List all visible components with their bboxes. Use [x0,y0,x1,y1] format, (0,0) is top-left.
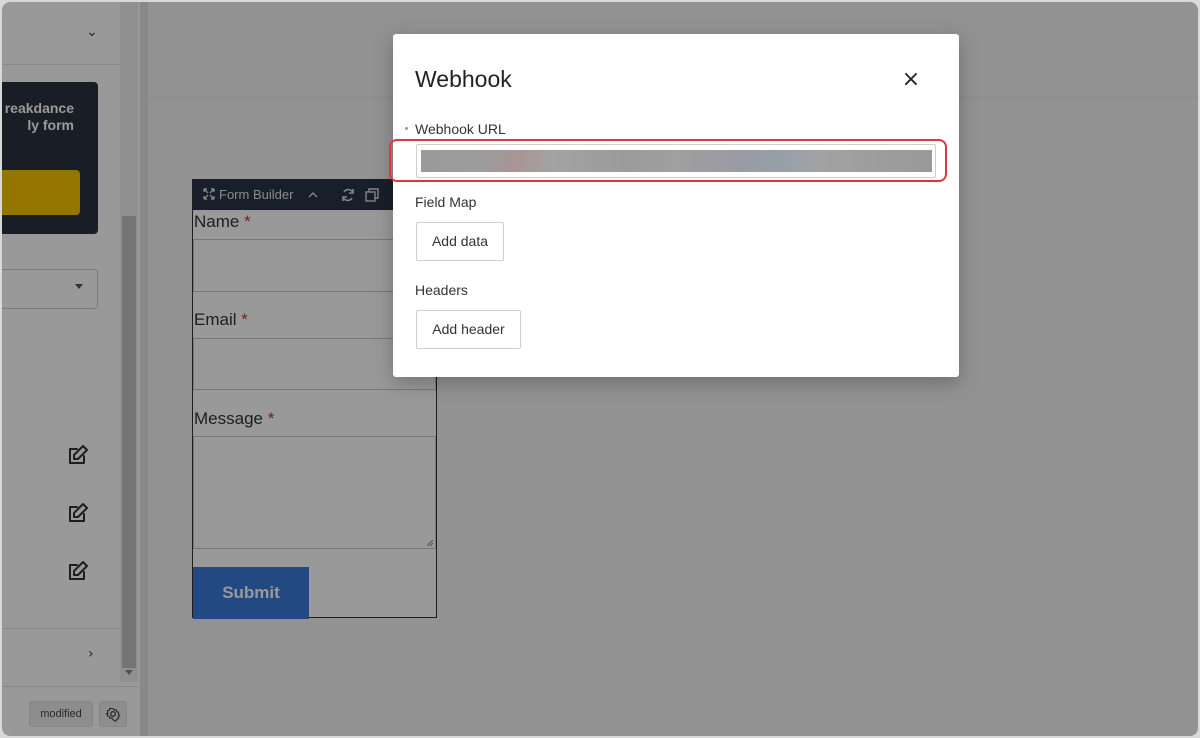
webhook-url-label: Webhook URL [415,121,506,137]
webhook-modal: Webhook × Webhook URL Field Map Add data… [393,34,959,377]
bullet-dot [405,127,408,130]
highlight-box [389,139,947,182]
app-window: ⌄ reakdance ly form › modified Form Buil… [2,2,1198,736]
add-header-button[interactable]: Add header [416,310,521,349]
headers-label: Headers [415,282,468,298]
modal-title: Webhook [415,66,512,92]
close-icon[interactable]: × [899,68,923,92]
field-map-label: Field Map [415,194,477,210]
add-data-button[interactable]: Add data [416,222,504,261]
